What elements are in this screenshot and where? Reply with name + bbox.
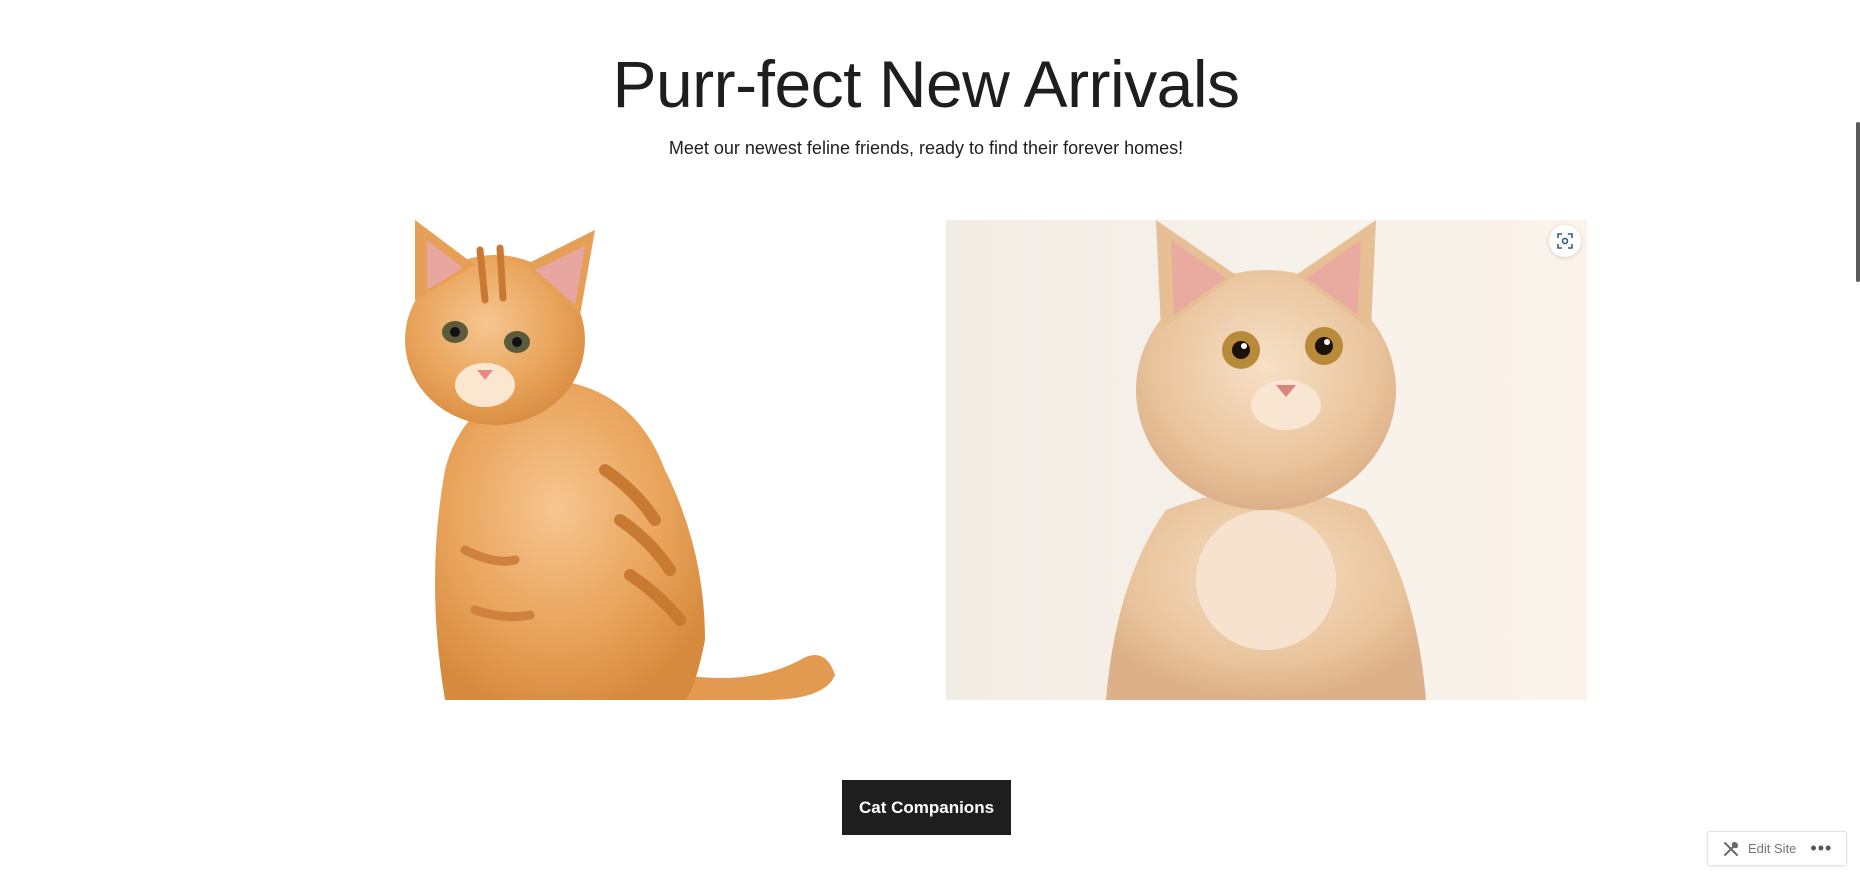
orange-tabby-kitten-illustration <box>405 220 835 700</box>
edit-site-button[interactable]: Edit Site <box>1708 832 1804 865</box>
page-subtitle: Meet our newest feline friends, ready to… <box>668 138 1184 158</box>
focus-frame-icon <box>1557 233 1573 249</box>
ellipsis-icon[interactable]: ••• <box>1804 832 1838 865</box>
zoom-icon[interactable] <box>1549 225 1581 257</box>
scrollbar[interactable] <box>1856 122 1860 282</box>
cat-companions-button[interactable]: Cat Companions <box>842 780 1011 835</box>
kitten-image-orange-tabby[interactable] <box>405 220 910 700</box>
tools-icon <box>1722 840 1740 858</box>
cream-kitten-illustration <box>1106 220 1426 700</box>
edit-site-label: Edit Site <box>1748 841 1797 856</box>
page-title: Purr-fect New Arrivals <box>612 47 1240 121</box>
admin-edit-bar: Edit Site ••• <box>1707 831 1847 866</box>
page: Purr-fect New Arrivals Meet our newest f… <box>0 0 1860 872</box>
kitten-image-cream-fluffy[interactable] <box>946 220 1587 700</box>
